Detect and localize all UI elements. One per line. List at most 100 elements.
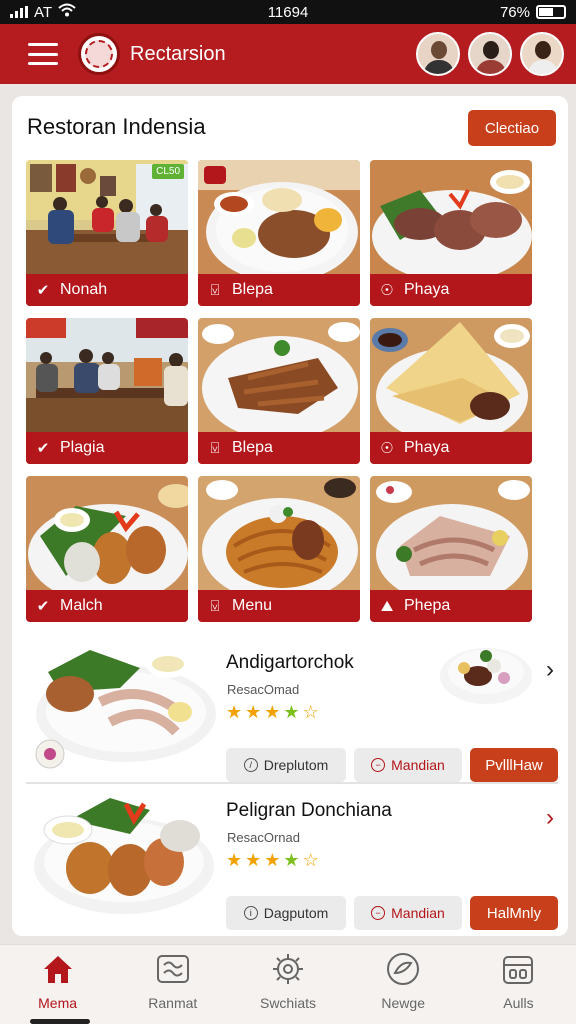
tile-label: Blepa	[232, 281, 273, 298]
restaurant-name: Peligran Donchiana	[226, 800, 392, 821]
grid-tile[interactable]: ✔ Plagia	[26, 318, 188, 464]
grid-tile[interactable]: ⍌ Menu	[198, 476, 360, 622]
gear-icon	[273, 954, 303, 984]
star-icon: ★	[264, 850, 281, 870]
star-outline-icon: ☆	[302, 702, 319, 722]
map-icon	[156, 955, 189, 983]
grid-tile[interactable]: ☉ Phaya	[370, 318, 532, 464]
star-icon: ★	[245, 702, 262, 722]
app-header: Rectarsion	[0, 24, 576, 84]
location-pill[interactable]: − Mandian	[354, 748, 462, 782]
check-icon: ✔	[36, 598, 50, 615]
wallet-icon	[503, 956, 534, 984]
restaurant-subtitle: ResacOmad	[227, 682, 300, 697]
food-photo	[35, 650, 216, 769]
pill-label: Dagputom	[263, 905, 329, 921]
avatar[interactable]	[416, 32, 460, 76]
nav-item-map[interactable]: Ranmat	[115, 945, 230, 1024]
grid-tile[interactable]: ☉ Phaya	[370, 160, 532, 306]
check-icon: ✔	[36, 440, 50, 457]
carrier-label: AT	[34, 3, 53, 21]
battery-icon	[535, 5, 566, 19]
avatar[interactable]	[468, 32, 512, 76]
nav-label: Newge	[381, 995, 425, 1011]
grid-tile[interactable]: ⍌ Blepa	[198, 318, 360, 464]
grid-tile[interactable]: ✔ Malch	[26, 476, 188, 622]
tile-badge: CL50	[152, 164, 184, 179]
check-icon: ✔	[36, 282, 50, 299]
compass-icon	[387, 953, 420, 985]
location-icon: −	[371, 758, 386, 772]
battery-level: 76%	[499, 3, 530, 21]
info-pill[interactable]: i Dagputom	[226, 896, 346, 930]
tile-label: Phepa	[404, 597, 451, 614]
home-indicator	[30, 1019, 90, 1024]
signal-icon	[10, 6, 28, 18]
nav-item-settings[interactable]: Swchiats	[230, 945, 345, 1024]
star-icon: ★	[226, 702, 243, 722]
app-logo	[78, 33, 120, 75]
nav-label: Mema	[38, 995, 78, 1011]
hamburger-icon[interactable]	[28, 43, 58, 65]
restaurant-name: Andigartorchok	[226, 652, 354, 673]
star-icon: ★	[264, 702, 281, 722]
bookmark-icon: ⍌	[210, 439, 220, 457]
chevron-right-icon[interactable]: ›	[546, 656, 554, 684]
restaurant-grid: CL50 ✔ Nonah ⍌ Blepa ☉ Phaya ✔ Plagia ⍌ …	[26, 160, 558, 622]
clock-icon: /	[243, 758, 258, 772]
star-rating: ★ ★ ★ ★ ☆	[226, 850, 319, 871]
tile-label: Phaya	[404, 439, 450, 456]
grid-tile[interactable]: ⛰ Phepa	[370, 476, 532, 622]
avatar[interactable]	[520, 32, 564, 76]
pill-label: Dreplutom	[263, 757, 329, 773]
star-outline-icon: ☆	[302, 850, 319, 870]
food-thumbnail	[440, 648, 532, 704]
status-bar: AT 11694 76%	[0, 0, 576, 24]
nav-label: Ranmat	[148, 995, 198, 1011]
tile-label: Malch	[60, 597, 103, 614]
restaurant-list-item[interactable]: Peligran Donchiana ResacOrnad ★ ★ ★ ★ ☆ …	[26, 790, 558, 930]
divider	[26, 782, 558, 784]
grid-tile[interactable]: ⍌ Blepa	[198, 160, 360, 306]
order-button[interactable]: HalMnly	[470, 896, 558, 930]
tile-label: Nonah	[60, 281, 108, 298]
app-title: Rectarsion	[130, 42, 226, 65]
pill-label: Mandian	[391, 905, 445, 921]
star-icon: ★	[283, 850, 300, 870]
location-pill[interactable]: − Mandian	[354, 896, 462, 930]
tile-label: Phaya	[404, 281, 450, 298]
bookmark-icon: ⍌	[210, 597, 220, 615]
star-icon: ★	[226, 850, 243, 870]
main-card: Restoran Indensia Clectiao CL50 ✔ Nonah	[12, 96, 568, 936]
chevron-right-icon[interactable]: ›	[546, 804, 554, 832]
image-icon: ⛰	[380, 597, 394, 615]
tile-label: Blepa	[232, 439, 273, 456]
nav-label: Swchiats	[259, 995, 317, 1011]
bottom-nav: Mema Ranmat Swchiats Newge Aulls	[0, 944, 576, 1024]
restaurant-list-item[interactable]: Andigartorchok ResacOmad ★ ★ ★ ★ ☆ › / Dr…	[26, 642, 558, 782]
location-icon: −	[371, 906, 386, 920]
pill-label: Mandian	[391, 757, 445, 773]
section-title: Restoran Indensia	[27, 114, 206, 139]
info-icon: i	[243, 906, 258, 920]
restaurant-subtitle: ResacOrnad	[227, 830, 300, 845]
food-photo	[34, 798, 214, 914]
star-icon: ★	[245, 850, 262, 870]
nav-label: Aulls	[503, 995, 534, 1011]
tile-label: Plagia	[60, 439, 105, 456]
star-icon: ★	[283, 702, 300, 722]
wifi-icon	[58, 3, 76, 21]
nav-item-explore[interactable]: Newge	[346, 945, 461, 1024]
info-pill[interactable]: / Dreplutom	[226, 748, 346, 782]
nav-item-home[interactable]: Mema	[0, 945, 115, 1024]
bookmark-icon: ⍌	[210, 281, 220, 299]
nav-item-account[interactable]: Aulls	[461, 945, 576, 1024]
home-icon	[43, 956, 72, 983]
dish-icon: ☉	[380, 440, 394, 457]
tile-label: Menu	[232, 597, 273, 614]
order-button[interactable]: PvlllHaw	[470, 748, 558, 782]
clock: 11694	[267, 3, 309, 21]
dish-icon: ☉	[380, 282, 394, 299]
collection-button[interactable]: Clectiao	[468, 110, 556, 146]
grid-tile[interactable]: CL50 ✔ Nonah	[26, 160, 188, 306]
